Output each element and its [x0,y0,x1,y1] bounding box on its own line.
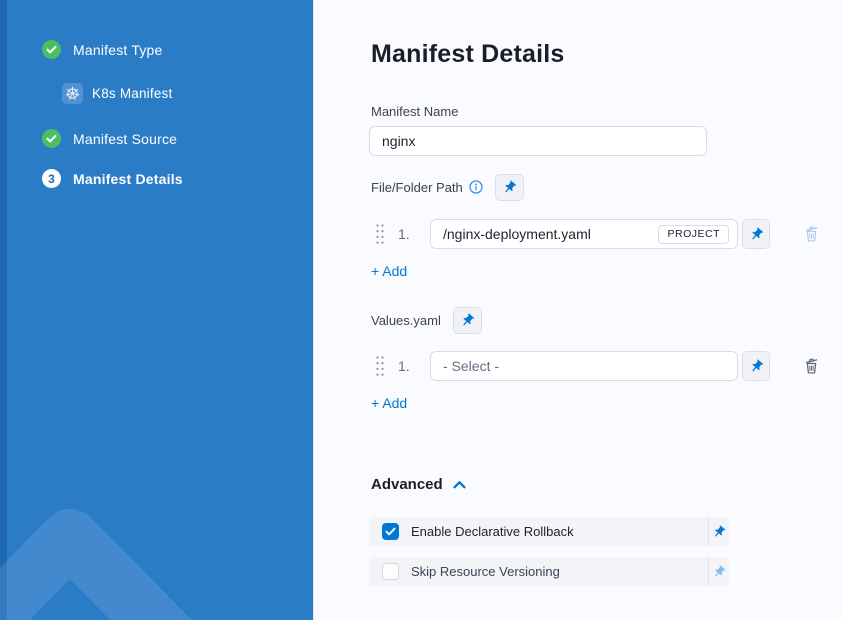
values-yaml-label-row: Values.yaml [371,306,482,334]
delete-row-icon[interactable] [802,356,821,376]
file-path-row: 1. /nginx-deployment.yaml PROJECT [375,219,821,249]
step-label: Manifest Details [73,171,183,187]
pin-runtime-input-button[interactable] [495,174,524,201]
row-index: 1. [398,226,413,242]
drag-handle-icon[interactable] [375,223,385,245]
values-yaml-label: Values.yaml [371,313,441,328]
info-icon[interactable] [469,180,483,194]
row-index: 1. [398,358,413,374]
step-label: Manifest Type [73,42,163,58]
page-title: Manifest Details [371,40,565,69]
check-circle-icon [42,40,61,59]
manifest-wizard: Manifest Type K8 [0,0,842,620]
option-row-skip-resource-versioning: Skip Resource Versioning [369,557,729,586]
step-manifest-source[interactable]: Manifest Source [42,129,177,148]
manifest-details-panel: Manifest Details Manifest Name File/Fold… [313,0,842,620]
check-circle-icon [42,129,61,148]
checkbox-unchecked-icon[interactable] [382,563,399,580]
select-placeholder: - Select - [443,358,729,374]
advanced-label: Advanced [371,476,443,493]
scope-badge: PROJECT [658,225,729,244]
file-path-input[interactable]: /nginx-deployment.yaml PROJECT [430,219,738,249]
pin-runtime-input-button[interactable] [453,307,482,334]
delete-row-icon[interactable] [802,224,821,244]
sidebar-accent-strip [0,0,7,620]
advanced-section-toggle[interactable]: Advanced [371,476,466,493]
chevron-up-icon [453,480,466,489]
pin-runtime-input-button[interactable] [709,557,729,586]
step-label: Manifest Source [73,131,177,147]
step-manifest-type[interactable]: Manifest Type [42,40,163,59]
checkbox-checked-icon[interactable] [382,523,399,540]
substep-k8s-manifest[interactable]: K8s Manifest [62,83,172,104]
pin-runtime-input-button[interactable] [742,351,770,381]
option-label: Skip Resource Versioning [411,564,560,579]
manifest-name-label: Manifest Name [371,104,458,119]
substep-label: K8s Manifest [92,86,172,101]
values-yaml-row: 1. - Select - [375,351,821,381]
step-manifest-details[interactable]: 3 Manifest Details [42,169,183,188]
file-folder-path-label-row: File/Folder Path [371,173,524,201]
enable-declarative-rollback-option[interactable]: Enable Declarative Rollback [369,517,708,546]
manifest-name-input[interactable] [369,126,707,156]
drag-handle-icon[interactable] [375,355,385,377]
pin-runtime-input-button[interactable] [742,219,770,249]
add-file-path-button[interactable]: + Add [371,263,407,279]
wizard-sidebar: Manifest Type K8 [0,0,313,620]
skip-resource-versioning-option[interactable]: Skip Resource Versioning [369,557,708,586]
file-folder-path-label: File/Folder Path [371,180,463,195]
harness-logo-watermark [0,410,313,620]
option-row-declarative-rollback: Enable Declarative Rollback [369,517,729,546]
step-number-badge: 3 [42,169,61,188]
add-values-yaml-button[interactable]: + Add [371,395,407,411]
kubernetes-icon [62,83,83,104]
option-label: Enable Declarative Rollback [411,524,574,539]
pin-runtime-input-button[interactable] [709,517,729,546]
values-yaml-select[interactable]: - Select - [430,351,738,381]
file-path-value: /nginx-deployment.yaml [443,226,658,242]
